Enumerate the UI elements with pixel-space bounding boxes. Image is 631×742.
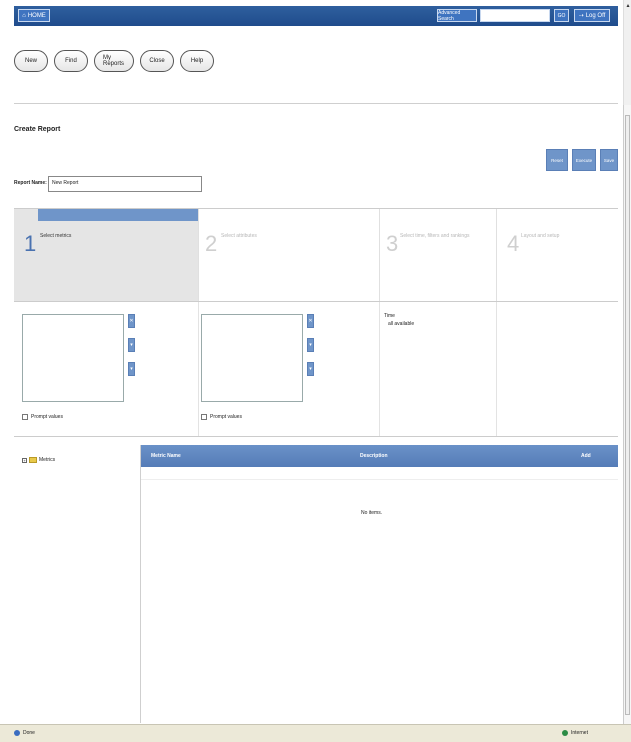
remove-button[interactable]: ✕ <box>128 314 135 328</box>
find-button[interactable]: Find <box>54 50 88 72</box>
advanced-search-button[interactable]: Advanced Search <box>437 9 477 22</box>
metrics-config: ✕ ▾ ▾ Prompt values <box>14 302 199 436</box>
attributes-listbox[interactable] <box>201 314 303 402</box>
home-button[interactable]: ⌂ HOME <box>18 9 50 22</box>
logoff-icon: ⇢ <box>578 13 584 19</box>
execute-button[interactable]: Execute <box>572 149 596 171</box>
main-toolbar: New Find My Reports Close Help <box>14 50 214 76</box>
step-select-attributes[interactable]: 2 Select attributes <box>199 209 380 301</box>
content-scrollbar[interactable] <box>623 105 631 725</box>
home-label: HOME <box>27 12 46 19</box>
active-step-bar <box>38 209 198 221</box>
status-text: Done <box>23 730 35 736</box>
move-bottom-button[interactable]: ▾ <box>307 362 314 376</box>
arrow-down-icon: ▾ <box>309 366 312 372</box>
page-title: Create Report <box>14 126 61 133</box>
column-header-add[interactable]: Add <box>581 453 591 459</box>
my-reports-button[interactable]: My Reports <box>94 50 134 72</box>
chevron-down-icon: ▾ <box>130 342 133 348</box>
page-icon <box>14 730 20 736</box>
tree-node-metrics[interactable]: + Metrics <box>22 457 55 463</box>
search-input[interactable] <box>480 9 550 22</box>
prompt-values-label: Prompt values <box>210 414 242 420</box>
scroll-up-icon[interactable]: ▴ <box>624 0 631 10</box>
go-button[interactable]: GO <box>554 9 569 22</box>
chevron-down-icon: ▾ <box>309 342 312 348</box>
status-left: Done <box>14 730 35 736</box>
metrics-grid: Metric Name Description Add No items. <box>141 445 618 723</box>
save-button[interactable]: Save <box>600 149 618 171</box>
time-filters-config: Time all available <box>380 302 497 436</box>
step-label: Layout and setup <box>521 233 560 239</box>
step-layout-setup[interactable]: 4 Layout and setup <box>497 209 618 301</box>
step-label: Select metrics <box>40 233 72 239</box>
tree-node-label: Metrics <box>39 457 56 463</box>
attributes-config: ✕ ▾ ▾ Prompt values <box>199 302 380 436</box>
remove-button[interactable]: ✕ <box>307 314 314 328</box>
grid-row-divider <box>141 479 618 480</box>
prompt-values-option[interactable]: Prompt values <box>201 414 242 420</box>
step-select-metrics[interactable]: 1 Select metrics <box>14 209 199 301</box>
zone-text: Internet <box>571 730 588 736</box>
top-nav-bar: ⌂ HOME Advanced Search GO ⇢ Log Off <box>14 6 618 26</box>
column-header-description[interactable]: Description <box>360 453 388 459</box>
step-label: Select time, filters and rankings <box>400 233 470 239</box>
arrow-down-icon: ▾ <box>130 366 133 372</box>
prompt-values-label: Prompt values <box>31 414 63 420</box>
time-summary: Time all available <box>384 312 414 328</box>
prompt-values-checkbox[interactable] <box>201 414 207 420</box>
time-value: all available <box>388 321 415 327</box>
step-number: 2 <box>205 231 218 256</box>
new-button[interactable]: New <box>14 50 48 72</box>
grid-header: Metric Name Description Add <box>141 445 618 467</box>
step-select-time-filters[interactable]: 3 Select time, filters and rankings <box>380 209 497 301</box>
empty-message: No items. <box>361 510 383 516</box>
move-down-button[interactable]: ▾ <box>128 338 135 352</box>
report-name-input[interactable]: New Report <box>48 176 202 192</box>
status-right: Internet <box>562 730 588 736</box>
prompt-values-checkbox[interactable] <box>22 414 28 420</box>
folder-icon <box>29 457 37 463</box>
help-button[interactable]: Help <box>180 50 214 72</box>
report-actions: Reset Execute Save <box>546 149 618 171</box>
logoff-label: Log Off <box>585 12 606 19</box>
remove-icon: ✕ <box>129 318 134 324</box>
reset-button[interactable]: Reset <box>546 149 568 171</box>
expand-icon[interactable]: + <box>22 457 27 463</box>
step-number: 1 <box>24 231 37 256</box>
remove-icon: ✕ <box>308 318 313 324</box>
scrollbar-thumb[interactable] <box>625 115 630 715</box>
home-icon: ⌂ <box>22 12 26 19</box>
wizard-steps: 1 Select metrics 2 Select attributes 3 S… <box>14 208 618 302</box>
step-label: Select attributes <box>221 233 257 239</box>
step-number: 3 <box>386 231 399 256</box>
browser-status-bar: Done Internet <box>0 724 631 742</box>
prompt-values-option[interactable]: Prompt values <box>22 414 63 420</box>
step-number: 4 <box>507 231 520 256</box>
metrics-listbox[interactable] <box>22 314 124 402</box>
column-header-metric-name[interactable]: Metric Name <box>151 453 181 459</box>
metrics-tree-panel: + Metrics <box>14 445 141 723</box>
move-down-button[interactable]: ▾ <box>307 338 314 352</box>
step-config-area: ✕ ▾ ▾ Prompt values ✕ ▾ ▾ Prompt values … <box>14 302 618 437</box>
move-bottom-button[interactable]: ▾ <box>128 362 135 376</box>
header-divider <box>14 103 618 104</box>
report-name-label: Report Name: <box>14 180 47 186</box>
globe-icon <box>562 730 568 736</box>
logoff-button[interactable]: ⇢ Log Off <box>574 9 610 22</box>
close-button[interactable]: Close <box>140 50 174 72</box>
layout-config <box>497 302 618 436</box>
time-label: Time <box>384 313 395 319</box>
